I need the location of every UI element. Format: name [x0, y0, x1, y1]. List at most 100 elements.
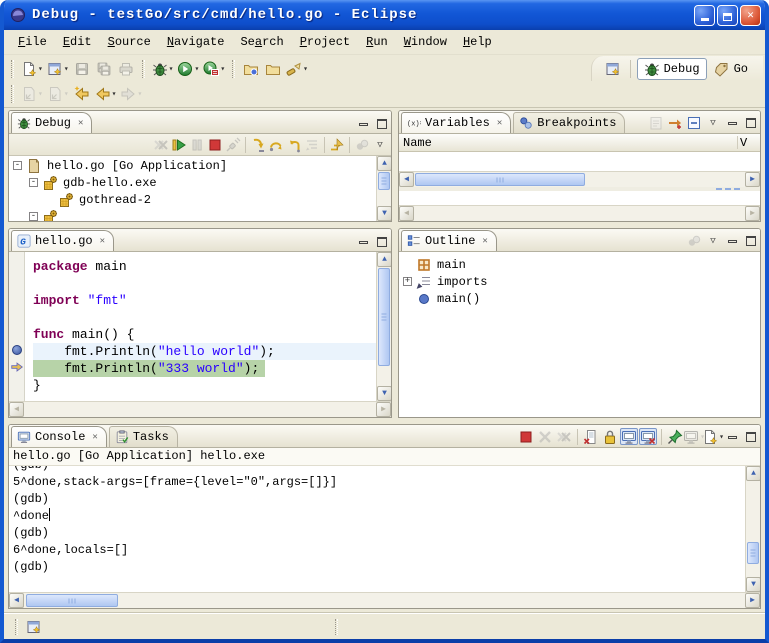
tab-variables[interactable]: Variables ✕ — [401, 112, 511, 133]
tree-item[interactable]: - — [9, 208, 376, 221]
close-tab-icon[interactable]: ✕ — [78, 118, 83, 128]
maximize-view-button[interactable] — [743, 233, 758, 248]
use-step-filters-button[interactable] — [328, 136, 346, 153]
scroll-down-button[interactable]: ▼ — [746, 577, 761, 592]
resume-button[interactable] — [170, 136, 188, 153]
toolbar-grip[interactable] — [232, 60, 235, 78]
editor-marker-ruler[interactable] — [9, 252, 25, 401]
maximize-button[interactable] — [717, 5, 738, 26]
title-bar[interactable]: Debug - testGo/src/cmd/hello.go - Eclips… — [4, 0, 765, 30]
menu-help[interactable]: Help — [455, 32, 500, 52]
view-menu-button[interactable]: ▽ — [371, 136, 389, 153]
scroll-left-button[interactable]: ◀ — [9, 593, 24, 608]
new-go-element-button[interactable]: ▾ — [45, 58, 71, 80]
tree-item[interactable]: main — [399, 256, 760, 273]
code-line[interactable]: } — [33, 377, 376, 394]
step-over-button[interactable] — [267, 136, 285, 153]
vertical-scrollbar[interactable]: ▲ ▼ — [745, 466, 760, 592]
terminate-button[interactable] — [206, 136, 224, 153]
minimize-view-button[interactable] — [725, 429, 740, 444]
tree-expander[interactable]: - — [29, 178, 38, 187]
step-into-button[interactable] — [249, 136, 267, 153]
instruction-pointer-marker[interactable] — [10, 360, 24, 374]
code-line[interactable]: fmt.Println("hello world"); — [33, 343, 376, 360]
dropdown-arrow-icon[interactable]: ▾ — [64, 64, 69, 74]
vertical-scrollbar[interactable]: ▲ ▼ — [376, 252, 391, 401]
dropdown-arrow-icon[interactable]: ▾ — [38, 64, 43, 74]
back-to-last-edit-button[interactable] — [71, 83, 93, 105]
dropdown-arrow-icon[interactable]: ▾ — [112, 89, 117, 99]
menu-edit[interactable]: Edit — [55, 32, 100, 52]
scroll-down-button[interactable]: ▼ — [377, 386, 392, 401]
tree-item[interactable]: gothread-2 — [9, 191, 376, 208]
scrollbar-thumb[interactable] — [378, 268, 390, 366]
column-divider[interactable] — [737, 136, 738, 149]
vertical-scrollbar[interactable]: ▲ ▼ — [376, 156, 391, 221]
tree-item[interactable]: +imports — [399, 273, 760, 290]
open-resource-button[interactable] — [262, 58, 284, 80]
scrollbar-thumb[interactable] — [26, 594, 118, 607]
code-line[interactable] — [33, 309, 376, 326]
terminate-button[interactable] — [517, 428, 535, 445]
show-console-on-stderr-button[interactable] — [639, 428, 657, 445]
dropdown-arrow-icon[interactable]: ▾ — [194, 64, 199, 74]
horizontal-scrollbar[interactable]: ◀ ▶ — [9, 592, 760, 608]
toolbar-grip[interactable] — [11, 85, 14, 103]
minimize-button[interactable] — [694, 5, 715, 26]
minimize-view-button[interactable] — [725, 115, 740, 130]
tree-expander[interactable]: + — [403, 277, 412, 286]
column-value[interactable]: V — [740, 136, 756, 150]
scroll-right-button[interactable]: ▶ — [745, 593, 760, 608]
step-return-button[interactable] — [285, 136, 303, 153]
code-editor[interactable]: package main import "fmt" func main() { … — [25, 252, 376, 401]
maximize-view-button[interactable] — [374, 116, 389, 131]
scroll-left-button[interactable]: ◀ — [399, 172, 414, 187]
scroll-up-button[interactable]: ▲ — [746, 466, 761, 481]
tree-item[interactable]: main() — [399, 290, 760, 307]
console-output[interactable]: (gdb) 5^done,stack-args=[frame={level="0… — [9, 466, 745, 592]
scrollbar-thumb[interactable] — [415, 173, 585, 186]
tree-item[interactable]: -hello.go [Go Application] — [9, 157, 376, 174]
view-menu-button[interactable]: ▽ — [704, 114, 722, 131]
code-line[interactable]: fmt.Println("333 world"); — [33, 360, 376, 377]
tab-outline[interactable]: Outline ✕ — [401, 230, 497, 251]
open-type-button[interactable] — [240, 58, 262, 80]
collapse-all-button[interactable] — [685, 114, 703, 131]
search-button[interactable]: ▾ — [284, 58, 310, 80]
fast-view-button[interactable] — [23, 616, 45, 638]
menu-navigate[interactable]: Navigate — [159, 32, 233, 52]
toolbar-grip[interactable] — [11, 60, 14, 78]
tree-item[interactable]: -gdb-hello.exe — [9, 174, 376, 191]
dropdown-arrow-icon[interactable]: ▾ — [719, 432, 724, 442]
perspective-debug-button[interactable]: Debug — [637, 58, 707, 80]
maximize-view-button[interactable] — [743, 115, 758, 130]
run-launch-button[interactable]: ▾ — [175, 58, 201, 80]
code-line[interactable]: func main() { — [33, 326, 376, 343]
scrollbar-thumb[interactable] — [378, 172, 390, 190]
new-wizard-button[interactable]: ▾ — [19, 58, 45, 80]
tab-hello-go[interactable]: hello.go ✕ — [11, 230, 114, 251]
tab-breakpoints[interactable]: Breakpoints — [513, 112, 625, 133]
tree-expander[interactable]: - — [13, 161, 22, 170]
minimize-view-button[interactable] — [725, 233, 740, 248]
tab-tasks[interactable]: Tasks — [109, 426, 178, 447]
show-console-on-stdout-button[interactable] — [620, 428, 638, 445]
open-console-button[interactable]: ▾ — [704, 428, 722, 445]
variables-detail-pane[interactable] — [399, 191, 760, 205]
perspective-go-button[interactable]: Go — [707, 58, 755, 80]
menu-window[interactable]: Window — [396, 32, 455, 52]
maximize-view-button[interactable] — [743, 429, 758, 444]
menu-file[interactable]: File — [10, 32, 55, 52]
scroll-up-button[interactable]: ▲ — [377, 156, 392, 171]
open-perspective-button[interactable] — [602, 58, 624, 80]
dropdown-arrow-icon[interactable]: ▾ — [220, 64, 225, 74]
menu-source[interactable]: Source — [100, 32, 159, 52]
back-button[interactable]: ▾ — [93, 83, 119, 105]
variables-tree-area[interactable] — [399, 152, 760, 171]
scroll-lock-button[interactable] — [601, 428, 619, 445]
dropdown-arrow-icon[interactable]: ▾ — [169, 64, 174, 74]
horizontal-scrollbar[interactable]: ◀ ▶ — [399, 171, 760, 187]
status-handle[interactable] — [335, 619, 338, 635]
close-button[interactable]: ✕ — [740, 5, 761, 26]
tab-debug[interactable]: Debug ✕ — [11, 112, 92, 133]
